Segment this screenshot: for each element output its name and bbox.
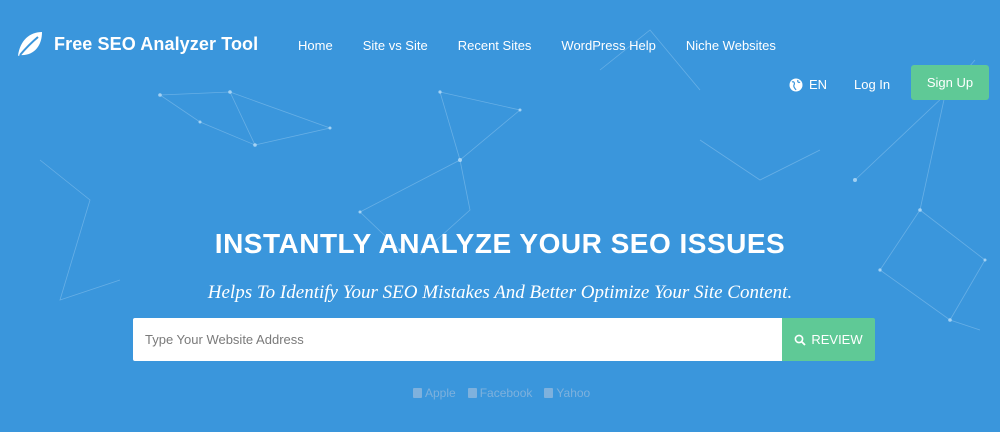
nav-item-site-vs-site[interactable]: Site vs Site <box>363 38 428 53</box>
main-nav: Home Site vs Site Recent Sites WordPress… <box>298 38 806 53</box>
globe-icon <box>789 78 803 91</box>
login-link[interactable]: Log In <box>854 77 890 92</box>
social-links: Apple Facebook Yahoo <box>413 386 590 400</box>
language-selector[interactable]: EN <box>789 77 827 92</box>
social-facebook[interactable]: Facebook <box>467 386 532 400</box>
nav-item-wordpress-help[interactable]: WordPress Help <box>561 38 655 53</box>
language-label: EN <box>809 77 828 92</box>
nav-item-recent-sites[interactable]: Recent Sites <box>458 38 532 53</box>
nav-item-niche-websites[interactable]: Niche Websites <box>686 38 776 53</box>
brand-name: Free SEO Analyzer Tool <box>54 33 259 54</box>
review-label: REVIEW <box>811 332 863 347</box>
search-form: REVIEW <box>133 318 875 361</box>
yahoo-icon <box>544 388 554 398</box>
review-button[interactable]: REVIEW <box>782 318 875 361</box>
leaf-icon <box>18 32 42 56</box>
website-address-input[interactable] <box>133 318 782 361</box>
apple-icon <box>413 388 422 398</box>
hero-title: INSTANTLY ANALYZE YOUR SEO ISSUES <box>214 228 786 259</box>
nav-item-home[interactable]: Home <box>298 38 333 53</box>
background-network <box>39 29 987 331</box>
social-apple[interactable]: Apple <box>413 386 456 400</box>
signup-button[interactable]: Sign Up <box>911 65 989 100</box>
facebook-icon <box>467 388 477 398</box>
social-yahoo[interactable]: Yahoo <box>544 386 590 400</box>
search-icon <box>794 334 806 346</box>
brand-logo[interactable]: Free SEO Analyzer Tool <box>14 28 258 60</box>
hero-subtitle: Helps To Identify Your SEO Mistakes And … <box>207 282 793 303</box>
